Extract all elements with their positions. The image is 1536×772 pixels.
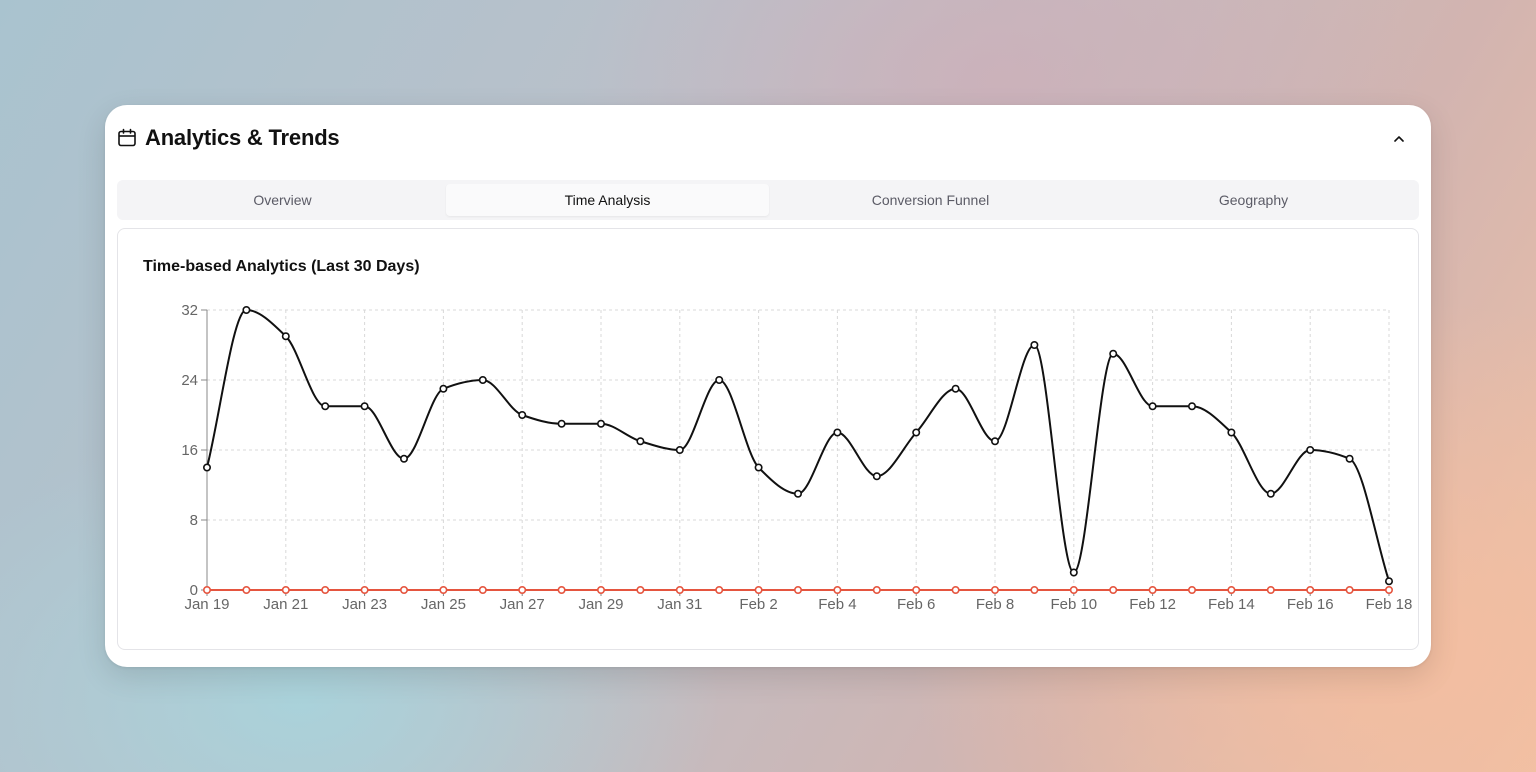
data-point xyxy=(872,472,881,481)
data-point xyxy=(1385,577,1394,586)
x-tick-label: Feb 6 xyxy=(897,596,935,613)
data-point xyxy=(754,463,763,472)
data-point xyxy=(478,585,487,594)
data-point xyxy=(675,585,684,594)
data-point xyxy=(1030,585,1039,594)
x-tick-label: Jan 31 xyxy=(657,596,702,613)
y-tick-label: 24 xyxy=(181,372,198,389)
data-point xyxy=(203,585,212,594)
y-tick-label: 32 xyxy=(181,302,198,319)
x-tick-label: Feb 4 xyxy=(818,596,856,613)
data-point xyxy=(636,585,645,594)
data-point xyxy=(912,585,921,594)
data-point xyxy=(518,411,527,420)
tab-bar: Overview Time Analysis Conversion Funnel… xyxy=(117,180,1419,220)
data-point xyxy=(1069,585,1078,594)
data-point xyxy=(793,585,802,594)
data-point xyxy=(399,454,408,463)
x-tick-label: Jan 25 xyxy=(421,596,466,613)
data-point xyxy=(439,585,448,594)
data-point xyxy=(399,585,408,594)
data-point xyxy=(478,376,487,385)
data-point xyxy=(596,419,605,428)
data-point xyxy=(1148,402,1157,411)
data-point xyxy=(675,446,684,455)
tab-geography[interactable]: Geography xyxy=(1092,184,1415,216)
data-point xyxy=(1030,341,1039,350)
chart-panel: 0 8 16 24 32 Jan 19 Jan 21 Jan 23 Jan 25 Jan 27 Ja… xyxy=(117,228,1419,650)
data-point xyxy=(1069,568,1078,577)
data-point xyxy=(1188,402,1197,411)
data-point xyxy=(1345,454,1354,463)
data-point xyxy=(321,402,330,411)
chart-title: Time-based Analytics (Last 30 Days) xyxy=(143,258,420,275)
data-point xyxy=(439,384,448,393)
card-header: Analytics & Trends xyxy=(105,105,1431,175)
data-point xyxy=(518,585,527,594)
data-point xyxy=(833,585,842,594)
y-tick-label: 16 xyxy=(181,442,198,459)
data-point xyxy=(754,585,763,594)
data-point xyxy=(360,402,369,411)
data-point xyxy=(1306,446,1315,455)
data-point xyxy=(715,376,724,385)
data-point xyxy=(281,332,290,341)
chevron-up-icon[interactable] xyxy=(1389,129,1409,149)
x-tick-label: Feb 12 xyxy=(1129,596,1176,613)
x-tick-label: Jan 19 xyxy=(184,596,229,613)
data-point xyxy=(1345,585,1354,594)
x-tick-label: Feb 8 xyxy=(976,596,1014,613)
data-point xyxy=(1109,349,1118,358)
data-point xyxy=(951,585,960,594)
data-point xyxy=(833,428,842,437)
y-tick-label: 8 xyxy=(190,512,198,529)
calendar-icon xyxy=(118,128,136,147)
x-tick-label: Feb 16 xyxy=(1287,596,1334,613)
x-tick-label: Feb 14 xyxy=(1208,596,1255,613)
tab-conversion-funnel[interactable]: Conversion Funnel xyxy=(769,184,1092,216)
tab-time-analysis[interactable]: Time Analysis xyxy=(446,184,769,216)
data-point xyxy=(715,585,724,594)
data-point xyxy=(557,585,566,594)
data-point xyxy=(242,306,251,315)
data-point xyxy=(1227,428,1236,437)
data-point xyxy=(1148,585,1157,594)
x-tick-label: Jan 21 xyxy=(263,596,308,613)
data-point xyxy=(596,585,605,594)
data-point xyxy=(912,428,921,437)
data-point xyxy=(990,585,999,594)
data-point xyxy=(557,419,566,428)
analytics-card: Analytics & Trends Overview Time Analysi… xyxy=(105,105,1431,667)
line-chart: 08162432Jan 19 Jan 21 Jan 23 Jan 25 Jan 27 Ja… xyxy=(181,302,1413,613)
data-point xyxy=(360,585,369,594)
x-tick-label: Feb 18 xyxy=(1366,596,1413,613)
tab-overview[interactable]: Overview xyxy=(121,184,444,216)
data-point xyxy=(281,585,290,594)
x-tick-label: Jan 23 xyxy=(342,596,387,613)
data-point xyxy=(872,585,881,594)
data-point xyxy=(1306,585,1315,594)
card-title: Analytics & Trends xyxy=(145,125,340,150)
series-line-main xyxy=(206,308,1390,582)
data-point xyxy=(1385,585,1394,594)
data-point xyxy=(1109,585,1118,594)
data-point xyxy=(793,489,802,498)
data-point xyxy=(636,437,645,446)
data-point xyxy=(1188,585,1197,594)
data-point xyxy=(1266,585,1275,594)
data-point xyxy=(990,437,999,446)
data-point xyxy=(203,463,212,472)
data-point xyxy=(242,585,251,594)
data-point xyxy=(321,585,330,594)
x-tick-label: Feb 2 xyxy=(739,596,777,613)
data-point xyxy=(1227,585,1236,594)
x-tick-label: Jan 29 xyxy=(578,596,623,613)
x-tick-label: Jan 27 xyxy=(500,596,545,613)
x-tick-label: Feb 10 xyxy=(1050,596,1097,613)
data-point xyxy=(1266,489,1275,498)
data-point xyxy=(951,384,960,393)
